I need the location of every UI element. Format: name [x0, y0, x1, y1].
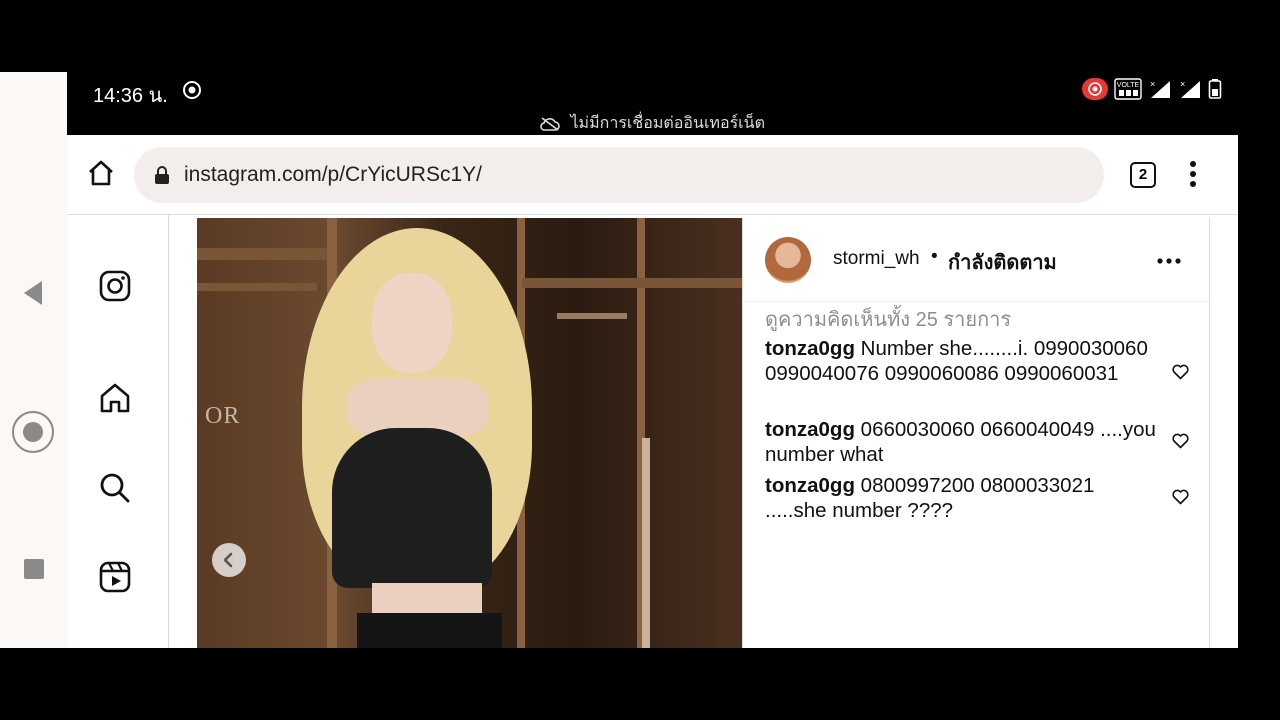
battery-icon	[1208, 79, 1222, 99]
offline-text: ไม่มีการเชื่อมต่ออินเทอร์เน็ต	[570, 115, 765, 132]
status-clock: 14:36 น.	[93, 85, 168, 107]
ig-sidebar	[67, 215, 169, 648]
recording-indicator-icon	[1082, 78, 1108, 100]
volte-icon: VOLTE	[1114, 78, 1142, 100]
instagram-icon[interactable]	[99, 270, 131, 302]
svg-text:VOLTE: VOLTE	[1117, 82, 1140, 89]
signal-icon-1: ×	[1150, 79, 1170, 98]
browser-toolbar: instagram.com/p/CrYicURSc1Y/ 2	[67, 135, 1238, 215]
comment-item: tonza0gg 0800997200 0800033021 .....she …	[765, 473, 1160, 523]
following-button[interactable]: กำลังติดตาม	[948, 246, 1057, 278]
status-icons: VOLTE × ×	[1082, 78, 1222, 100]
browser-home-icon[interactable]	[87, 159, 115, 187]
post-panel: stormi_wh • กำลังติดตาม ดูความคิดเห็นทั้…	[742, 218, 1210, 648]
reels-icon[interactable]	[99, 561, 131, 593]
photo-black-top	[332, 428, 492, 588]
separator-dot: •	[931, 246, 938, 267]
photo-face	[372, 273, 452, 373]
photo-pants	[357, 613, 502, 648]
post-username[interactable]: stormi_wh	[833, 248, 920, 270]
comment-username[interactable]: tonza0gg	[765, 337, 855, 360]
offline-banner: ไม่มีการเชื่อมต่ออินเทอร์เน็ต	[67, 111, 1238, 136]
tab-switcher-button[interactable]: 2	[1130, 162, 1156, 188]
url-text[interactable]: instagram.com/p/CrYicURSc1Y/	[184, 163, 482, 187]
post-header: stormi_wh • กำลังติดตาม	[743, 218, 1209, 302]
photo-shelf	[197, 248, 327, 260]
comment-item: tonza0gg 0660030060 0660040049 ....you n…	[765, 417, 1160, 467]
address-bar[interactable]: instagram.com/p/CrYicURSc1Y/	[134, 147, 1104, 203]
view-all-comments-link[interactable]: ดูความคิดเห็นทั้ง 25 รายการ	[765, 303, 1011, 335]
previous-photo-button[interactable]	[212, 543, 246, 577]
signal-icon-2: ×	[1180, 79, 1200, 98]
cloud-off-icon	[540, 117, 560, 131]
comment-item: tonza0gg Number she........i. 0990030060…	[765, 336, 1160, 386]
svg-text:×: ×	[1150, 79, 1155, 89]
screen-record-icon	[183, 81, 201, 99]
photo-shelf	[197, 283, 317, 291]
post-photo[interactable]: OR	[197, 218, 742, 648]
web-page: OR stormi_wh • กำลังติดตาม ดูความคิดเห็น…	[67, 215, 1238, 648]
avatar[interactable]	[765, 237, 811, 283]
recents-icon[interactable]	[24, 559, 44, 579]
photo-shelf	[522, 278, 742, 288]
photo-rod	[557, 313, 627, 319]
photo-backdrop-text: OR	[205, 403, 241, 429]
more-vert-icon[interactable]	[1189, 161, 1197, 187]
back-icon[interactable]	[22, 280, 44, 306]
comment-username[interactable]: tonza0gg	[765, 418, 855, 441]
heart-icon[interactable]	[1172, 364, 1189, 380]
status-bar: 14:36 น. ไม่มีการเชื่อมต่ออินเทอร์เน็ต V…	[67, 72, 1238, 135]
svg-text:×: ×	[1180, 79, 1185, 89]
comment-username[interactable]: tonza0gg	[765, 474, 855, 497]
home-icon[interactable]	[99, 382, 131, 414]
lock-icon[interactable]	[154, 165, 170, 185]
chevron-left-icon	[223, 552, 233, 568]
heart-icon[interactable]	[1172, 433, 1189, 449]
android-nav-bar	[0, 72, 67, 648]
home-circle-icon[interactable]	[12, 411, 54, 453]
more-horiz-icon[interactable]	[1157, 258, 1181, 264]
search-icon[interactable]	[99, 472, 131, 504]
photo-pole	[642, 438, 650, 648]
heart-icon[interactable]	[1172, 489, 1189, 505]
